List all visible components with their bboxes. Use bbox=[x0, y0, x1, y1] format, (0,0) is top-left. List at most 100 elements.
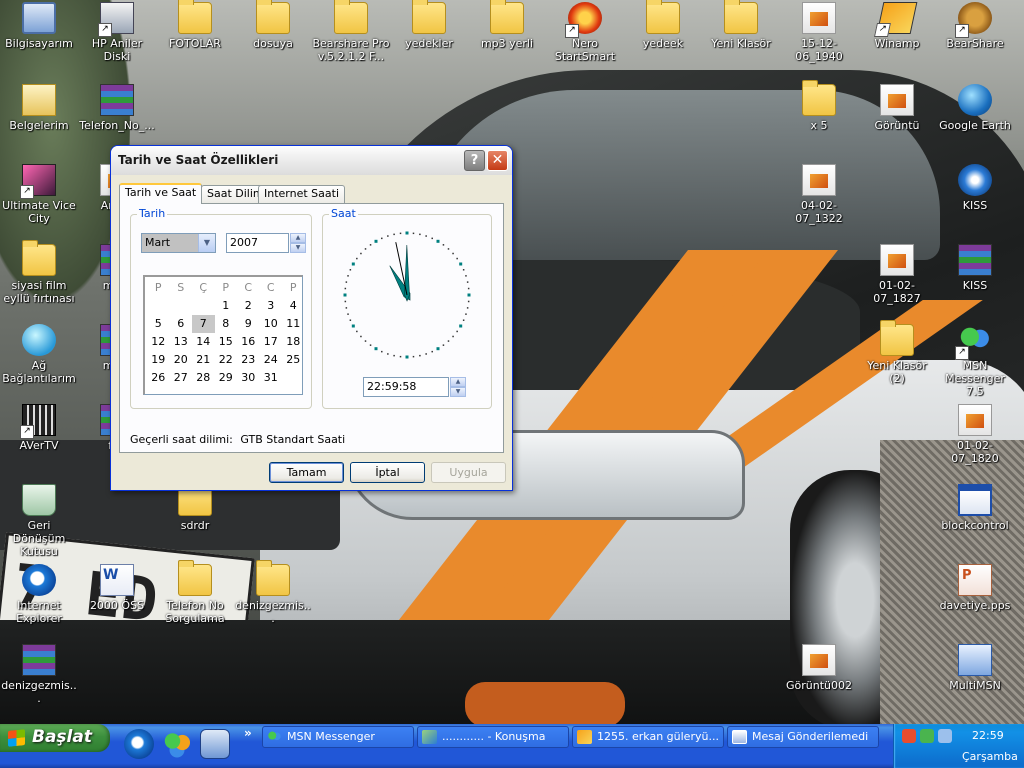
desktop-icon[interactable]: MSN Messenger 7.5 bbox=[936, 324, 1014, 398]
desktop-icon[interactable]: Ağ Bağlantılarım bbox=[0, 324, 78, 385]
help-button[interactable]: ? bbox=[464, 150, 485, 171]
quicklaunch-show-desktop-icon[interactable] bbox=[200, 729, 230, 759]
desktop-icon[interactable]: dosuya bbox=[234, 0, 312, 50]
desktop-icon[interactable]: Ultimate Vice City bbox=[0, 164, 78, 225]
task-button-msn[interactable]: MSN Messenger bbox=[262, 726, 414, 748]
chevron-down-icon[interactable]: ▼ bbox=[198, 234, 215, 252]
desktop-icon[interactable]: 2000 ÖSS bbox=[78, 564, 156, 612]
calendar-day[interactable]: 22 bbox=[215, 351, 238, 369]
calendar-day[interactable]: 5 bbox=[147, 315, 170, 333]
spin-up-icon[interactable]: ▲ bbox=[450, 377, 466, 387]
task-button-message[interactable]: Mesaj Gönderilemedi bbox=[727, 726, 879, 748]
tray-antivirus-icon[interactable] bbox=[902, 729, 916, 743]
desktop-icon[interactable]: davetiye.pps bbox=[936, 564, 1014, 612]
calendar-day[interactable]: 27 bbox=[170, 369, 193, 387]
calendar-day[interactable]: 17 bbox=[260, 333, 283, 351]
spin-down-icon[interactable]: ▼ bbox=[450, 387, 466, 397]
cancel-button[interactable]: İptal bbox=[350, 462, 425, 483]
desktop-icon[interactable]: Bearshare Pro v.5.2.1.2 F... bbox=[312, 0, 390, 63]
desktop-icon[interactable]: Belgelerim bbox=[0, 84, 78, 132]
calendar-day[interactable]: 4 bbox=[282, 297, 305, 315]
calendar-day[interactable]: 11 bbox=[282, 315, 305, 333]
time-spinner[interactable]: ▲ ▼ bbox=[450, 377, 466, 397]
calendar-day[interactable]: 25 bbox=[282, 351, 305, 369]
desktop-icon[interactable]: FOTOLAR bbox=[156, 0, 234, 50]
desktop-icon[interactable]: Yeni Klasör (2) bbox=[858, 320, 936, 385]
calendar-day[interactable]: 23 bbox=[237, 351, 260, 369]
desktop-icon[interactable]: 01-02-07_1820 bbox=[936, 404, 1014, 465]
desktop-icon[interactable]: denizgezmis... bbox=[0, 644, 78, 705]
time-input[interactable]: 22:59:58 ▲ ▼ bbox=[363, 377, 466, 397]
desktop-icon[interactable]: Nero StartSmart bbox=[546, 2, 624, 63]
calendar-day[interactable]: 15 bbox=[215, 333, 238, 351]
desktop-icon[interactable]: AVerTV bbox=[0, 404, 78, 452]
calendar-day[interactable]: 1 bbox=[215, 297, 238, 315]
calendar-day-selected[interactable]: 7 bbox=[192, 315, 215, 333]
tray-msn-icon[interactable] bbox=[920, 729, 934, 743]
calendar-day[interactable]: 20 bbox=[170, 351, 193, 369]
year-input[interactable]: 2007 ▲ ▼ bbox=[226, 233, 306, 253]
calendar-day[interactable]: 18 bbox=[282, 333, 305, 351]
desktop-icon[interactable]: blockcontrol bbox=[936, 484, 1014, 532]
desktop-icon[interactable]: siyasi film eyllü fırtınası bbox=[0, 240, 78, 305]
quicklaunch-ie-icon[interactable] bbox=[124, 729, 154, 759]
year-spinner[interactable]: ▲ ▼ bbox=[290, 233, 306, 253]
desktop-icon[interactable]: yedeek bbox=[624, 0, 702, 50]
calendar-day[interactable]: 19 bbox=[147, 351, 170, 369]
calendar-day[interactable]: 13 bbox=[170, 333, 193, 351]
calendar-day[interactable]: 16 bbox=[237, 333, 260, 351]
desktop-icon[interactable]: yedekler bbox=[390, 0, 468, 50]
desktop-icon[interactable]: sdrdr bbox=[156, 480, 234, 532]
calendar-day[interactable]: 10 bbox=[260, 315, 283, 333]
desktop-icon[interactable]: 01-02-07_1827 bbox=[858, 244, 936, 305]
task-button-conversation[interactable]: ............ - Konuşma bbox=[417, 726, 569, 748]
spin-down-icon[interactable]: ▼ bbox=[290, 243, 306, 253]
desktop-icon[interactable]: KISS bbox=[936, 244, 1014, 292]
calendar-day[interactable]: 30 bbox=[237, 369, 260, 387]
desktop-icon[interactable]: Görüntü002 bbox=[780, 644, 858, 692]
apply-button[interactable]: Uygula bbox=[431, 462, 506, 483]
desktop-icon[interactable]: Yeni Klasör bbox=[702, 0, 780, 50]
desktop-icon[interactable]: x 5 bbox=[780, 80, 858, 132]
calendar-day[interactable]: 21 bbox=[192, 351, 215, 369]
desktop-icon[interactable]: denizgezmis... bbox=[234, 560, 312, 625]
calendar-day[interactable]: 3 bbox=[260, 297, 283, 315]
desktop-icon[interactable]: Telefon_No_... bbox=[78, 84, 156, 132]
calendar-day[interactable]: 31 bbox=[260, 369, 283, 387]
quicklaunch-msn-icon[interactable] bbox=[162, 729, 192, 759]
desktop-icon[interactable]: Geri Dönüşüm Kutusu bbox=[0, 484, 78, 558]
quicklaunch-more-button[interactable]: » bbox=[244, 726, 252, 740]
desktop-icon[interactable]: HP Aniler Diski bbox=[78, 2, 156, 63]
desktop-icon[interactable]: MultiMSN bbox=[936, 644, 1014, 692]
calendar-day[interactable]: 14 bbox=[192, 333, 215, 351]
tab-internet-time[interactable]: Internet Saati bbox=[258, 185, 346, 203]
calendar-day[interactable]: 9 bbox=[237, 315, 260, 333]
calendar-day[interactable]: 12 bbox=[147, 333, 170, 351]
calendar-day[interactable]: 28 bbox=[192, 369, 215, 387]
month-calendar[interactable]: P S Ç P C C P 1 2 3 4 5 6 7 8 9 10 11 12 13 14 15 16 17 18 19 20 21… bbox=[143, 275, 303, 395]
desktop-icon[interactable]: KISS bbox=[936, 164, 1014, 212]
dialog-titlebar[interactable]: Tarih ve Saat Özellikleri ? ✕ bbox=[111, 146, 512, 175]
start-button[interactable]: Başlat bbox=[0, 724, 110, 752]
desktop-icon[interactable]: Winamp bbox=[858, 2, 936, 50]
month-select[interactable]: Mart ▼ bbox=[141, 233, 216, 253]
task-button-winamp[interactable]: 1255. erkan güleryü... bbox=[572, 726, 724, 748]
tray-clock-day[interactable]: Çarşamba bbox=[962, 750, 1018, 763]
calendar-day[interactable]: 6 bbox=[170, 315, 193, 333]
desktop-icon[interactable]: Telefon No Sorgulama bbox=[156, 560, 234, 625]
desktop-icon[interactable]: 15-12-06_1940 bbox=[780, 2, 858, 63]
desktop-icon[interactable]: mp3 yerli bbox=[468, 0, 546, 50]
desktop-icon[interactable]: BearShare bbox=[936, 2, 1014, 50]
desktop-icon[interactable]: Google Earth bbox=[936, 84, 1014, 132]
calendar-day[interactable]: 29 bbox=[215, 369, 238, 387]
ok-button[interactable]: Tamam bbox=[269, 462, 344, 483]
calendar-day[interactable]: 24 bbox=[260, 351, 283, 369]
desktop-icon[interactable]: Bilgisayarım bbox=[0, 2, 78, 50]
desktop-icon[interactable]: Görüntü bbox=[858, 84, 936, 132]
calendar-day[interactable]: 2 bbox=[237, 297, 260, 315]
close-button[interactable]: ✕ bbox=[487, 150, 508, 171]
desktop-icon[interactable]: Internet Explorer bbox=[0, 564, 78, 625]
tray-speaker-icon[interactable] bbox=[938, 729, 952, 743]
desktop-icon[interactable]: 04-02-07_1322 bbox=[780, 164, 858, 225]
tab-date-time[interactable]: Tarih ve Saat bbox=[119, 183, 203, 204]
